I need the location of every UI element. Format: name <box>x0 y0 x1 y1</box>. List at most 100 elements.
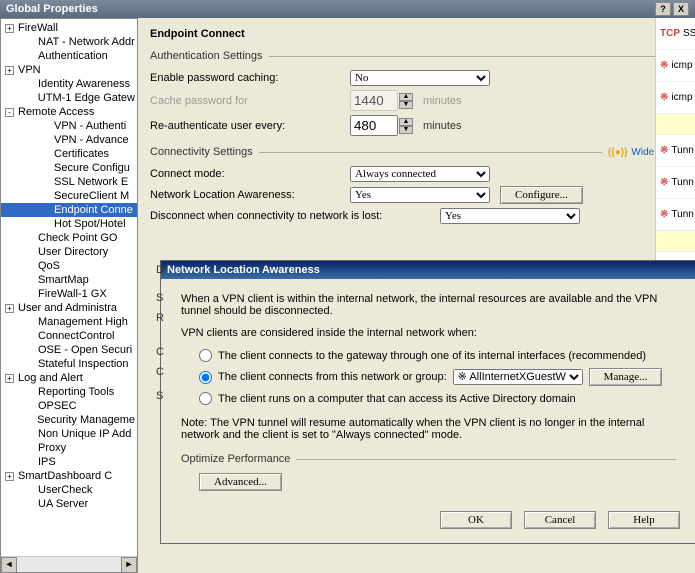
tree-item[interactable]: Identity Awareness <box>1 77 137 91</box>
side-rule-item[interactable]: ※Tunn <box>656 199 695 231</box>
help-button[interactable]: Help <box>608 511 680 529</box>
tree-item-label: User Directory <box>38 246 108 258</box>
enable-caching-select[interactable]: No <box>350 70 490 86</box>
tree-item[interactable]: User Directory <box>1 245 137 259</box>
tree-item[interactable]: Management High <box>1 315 137 329</box>
rule-icon: ※ <box>660 209 668 220</box>
tree-expander[interactable]: + <box>5 24 14 33</box>
tree-item[interactable]: Non Unique IP Add <box>1 427 137 441</box>
tree-item[interactable]: FireWall-1 GX <box>1 287 137 301</box>
wide-impact-icon: ((●)) <box>608 147 627 158</box>
radio-ad-domain-label: The client runs on a computer that can a… <box>218 393 576 405</box>
tree-item[interactable]: ConnectControl <box>1 329 137 343</box>
cache-for-label: Cache password for <box>150 95 350 107</box>
tree-item-label: IPS <box>38 456 56 468</box>
connect-mode-select[interactable]: Always connected <box>350 166 490 182</box>
tree-item[interactable]: Endpoint Conne <box>1 203 137 217</box>
nla-dialog-titlebar: Network Location Awareness <box>161 261 695 279</box>
tree-item[interactable]: OSE - Open Securi <box>1 343 137 357</box>
tree-item[interactable]: Certificates <box>1 147 137 161</box>
tree-item[interactable]: IPS <box>1 455 137 469</box>
tree-item-label: UA Server <box>38 498 88 510</box>
tree-item[interactable]: +User and Administra <box>1 301 137 315</box>
truncated-label: S <box>156 390 163 402</box>
truncated-label: C <box>156 346 164 358</box>
tree-item[interactable]: Secure Configu <box>1 161 137 175</box>
help-button[interactable]: ? <box>655 2 671 16</box>
tree-item-label: Log and Alert <box>18 372 83 384</box>
tree-item[interactable]: + SmartDashboard C <box>1 469 137 483</box>
tree-item-label: ConnectControl <box>38 330 114 342</box>
configure-button[interactable]: Configure... <box>500 186 583 204</box>
tree-item[interactable]: -Remote Access <box>1 105 137 119</box>
tree-item[interactable]: QoS <box>1 259 137 273</box>
tree-item[interactable]: OPSEC <box>1 399 137 413</box>
disconnect-select[interactable]: Yes <box>440 208 580 224</box>
tree-item-label: OSE - Open Securi <box>38 344 132 356</box>
tree-item[interactable]: Stateful Inspection <box>1 357 137 371</box>
tree-item-label: QoS <box>38 260 60 272</box>
tree-item[interactable]: SmartMap <box>1 273 137 287</box>
tree-expander[interactable]: - <box>5 108 14 117</box>
tree-item[interactable]: Reporting Tools <box>1 385 137 399</box>
nla-label: Network Location Awareness: <box>150 189 350 201</box>
tree-item[interactable]: Hot Spot/Hotel <box>1 217 137 231</box>
tree-item[interactable]: VPN - Authenti <box>1 119 137 133</box>
ok-button[interactable]: OK <box>440 511 512 529</box>
network-group-select[interactable]: ※ AllInternetXGuestW <box>453 369 583 385</box>
tree-item[interactable]: Authentication <box>1 49 137 63</box>
side-rule-item[interactable] <box>656 231 695 252</box>
optimize-performance-group: Optimize Performance <box>181 453 676 465</box>
tree-item[interactable]: +FireWall <box>1 21 137 35</box>
tree-item[interactable]: NAT - Network Addr <box>1 35 137 49</box>
tree-item[interactable]: VPN - Advance <box>1 133 137 147</box>
tree-item[interactable]: SecureClient M <box>1 189 137 203</box>
side-rule-item[interactable]: ※icmp <box>656 82 695 114</box>
horizontal-scrollbar[interactable]: ◄ ► <box>1 556 137 572</box>
reauth-input[interactable] <box>350 115 398 136</box>
tree-expander[interactable]: + <box>5 66 14 75</box>
tree-item-label: Hot Spot/Hotel <box>54 218 126 230</box>
tree-item[interactable]: UserCheck <box>1 483 137 497</box>
scroll-left-button[interactable]: ◄ <box>1 557 17 573</box>
nla-select[interactable]: Yes <box>350 187 490 203</box>
tree-item[interactable]: Security Manageme <box>1 413 137 427</box>
tree-item[interactable]: +VPN <box>1 63 137 77</box>
tree-item[interactable]: UTM-1 Edge Gatew <box>1 91 137 105</box>
side-rule-item[interactable] <box>656 114 695 135</box>
side-rule-item[interactable]: ※Tunn <box>656 135 695 167</box>
tree-item[interactable]: Proxy <box>1 441 137 455</box>
side-rule-item[interactable]: ※icmp <box>656 50 695 82</box>
tree-item[interactable]: SSL Network E <box>1 175 137 189</box>
tree-item[interactable]: Check Point GO <box>1 231 137 245</box>
scroll-right-button[interactable]: ► <box>121 557 137 573</box>
tree-item-label: SecureClient M <box>54 190 129 202</box>
close-button[interactable]: X <box>673 2 689 16</box>
radio-network-group[interactable] <box>199 371 212 384</box>
page-title: Endpoint Connect <box>150 28 687 40</box>
radio-ad-domain[interactable] <box>199 392 212 405</box>
rule-icon: ※ <box>660 177 668 188</box>
tree-item-label: VPN - Advance <box>54 134 129 146</box>
tree-item-label: Identity Awareness <box>38 78 130 90</box>
tree-expander[interactable]: + <box>5 304 14 313</box>
truncated-label: S <box>156 292 163 304</box>
tree-item[interactable]: UA Server <box>1 497 137 511</box>
radio-internal-interfaces-label: The client connects to the gateway throu… <box>218 350 646 362</box>
tree-item-label: SmartDashboard C <box>18 470 112 482</box>
cancel-button[interactable]: Cancel <box>524 511 596 529</box>
side-rules-list: TCPSSPL※icmp※icmp※Tunn※Tunn※Tunn✖smtp <box>655 18 695 278</box>
radio-internal-interfaces[interactable] <box>199 349 212 362</box>
side-rule-item[interactable]: TCPSSPL <box>656 18 695 50</box>
tree-expander[interactable]: + <box>5 472 14 481</box>
tree-item[interactable]: + Log and Alert <box>1 371 137 385</box>
cache-for-input <box>350 90 398 111</box>
reauth-spinner[interactable]: ▲▼ <box>399 118 413 134</box>
tree-expander[interactable]: + <box>5 374 14 383</box>
manage-button[interactable]: Manage... <box>589 368 663 386</box>
tree-item-label: Proxy <box>38 442 66 454</box>
tree-item-label: Management High <box>38 316 128 328</box>
rule-icon: ※ <box>660 92 668 103</box>
advanced-button[interactable]: Advanced... <box>199 473 282 491</box>
side-rule-item[interactable]: ※Tunn <box>656 167 695 199</box>
